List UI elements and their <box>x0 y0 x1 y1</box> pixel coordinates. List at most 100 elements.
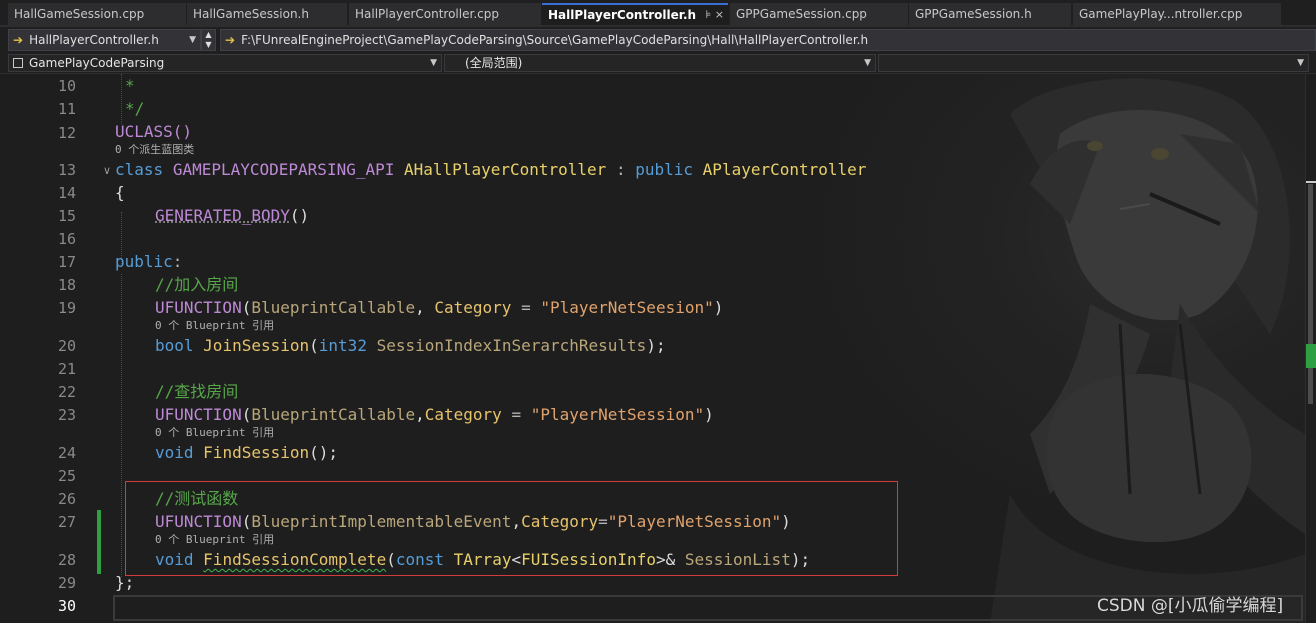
function-name: FindSessionComplete <box>203 550 387 569</box>
category-key: Category <box>521 512 599 531</box>
indent-guide <box>121 74 122 124</box>
function-name: JoinSession <box>203 336 310 355</box>
line-number: 18 <box>57 276 76 294</box>
paren: ( <box>241 298 252 317</box>
tab-hallgamesession-h[interactable]: HallGameSession.h <box>187 3 347 25</box>
angle: < <box>511 550 522 569</box>
code-editor[interactable]: ∨ 10 11 12 13 14 15 16 17 18 19 20 21 22… <box>0 74 1316 623</box>
line-number: 28 <box>57 551 76 569</box>
code-line-15: GENERATED_BODY() <box>155 205 309 227</box>
line-number: 11 <box>57 100 76 118</box>
line-number: 29 <box>57 574 76 592</box>
class-name: AHallPlayerController <box>404 160 607 179</box>
codelens-derived-blueprints[interactable]: 0 个派生蓝图类 <box>115 143 194 157</box>
comma: , <box>511 512 522 531</box>
comma: , <box>415 298 435 317</box>
paren: (); <box>309 443 339 462</box>
code-line-20: bool JoinSession(int32 SessionIndexInSer… <box>155 335 666 357</box>
keyword: bool <box>155 336 194 355</box>
param-name: SessionList <box>684 550 791 569</box>
line-number: 20 <box>57 337 76 355</box>
scope-bar: GamePlayCodeParsing ▼ (全局范围) ▼ ▼ <box>0 53 1316 74</box>
tab-gppgamesession-h[interactable]: GPPGameSession.h <box>909 3 1071 25</box>
paren: ( <box>241 405 252 424</box>
line-number: 15 <box>57 207 76 225</box>
category-key: Category <box>424 405 502 424</box>
code-line-18: //加入房间 <box>155 274 238 296</box>
brace: }; <box>115 573 135 592</box>
comma: , <box>415 405 425 424</box>
operator: = <box>511 298 541 317</box>
code-line-26: //测试函数 <box>155 488 238 510</box>
chevron-down-icon: ▼ <box>430 58 437 68</box>
keyword: public <box>115 252 173 271</box>
tab-label: HallPlayerController.h <box>548 8 697 22</box>
operator: = <box>501 405 531 424</box>
param-type: int32 <box>318 336 367 355</box>
code-line-17: public: <box>115 251 182 273</box>
file-selector-label: HallPlayerController.h <box>29 33 159 47</box>
project-square-icon <box>13 58 23 68</box>
scope-dropdown[interactable]: (全局范围) ▼ <box>444 54 876 72</box>
uclass-macro: UCLASS() <box>115 122 193 141</box>
brace: { <box>115 183 125 202</box>
paren: ); <box>790 550 811 569</box>
spin-updown-icon[interactable]: ▲ ▼ <box>201 29 216 51</box>
codelens-blueprint-refs[interactable]: 0 个 Blueprint 引用 <box>155 319 274 333</box>
codelens-blueprint-refs[interactable]: 0 个 Blueprint 引用 <box>155 533 274 547</box>
line-number: 17 <box>57 253 76 271</box>
code-line-14: { <box>115 182 125 204</box>
function-name: FindSession <box>203 443 310 462</box>
collapse-icon[interactable]: ∨ <box>103 164 111 177</box>
angle: >& <box>655 550 676 569</box>
param-name: SessionIndexInSerarchResults <box>376 336 647 355</box>
line-number: 13 <box>57 161 76 179</box>
code-line-12: UCLASS() <box>115 121 192 143</box>
line-number: 21 <box>57 360 76 378</box>
base-class: APlayerController <box>702 160 867 179</box>
pin-close-icon[interactable]: ⊧ × <box>706 5 724 25</box>
chevron-down-icon: ▼ <box>189 35 196 45</box>
scrollbar-thumb[interactable] <box>1308 184 1313 404</box>
codelens-blueprint-refs[interactable]: 0 个 Blueprint 引用 <box>155 426 274 440</box>
comment: * <box>125 76 135 95</box>
tab-hallplayercontroller-h[interactable]: HallPlayerController.h ⊧ × <box>542 3 728 25</box>
member-dropdown[interactable]: ▼ <box>878 54 1309 72</box>
operator: : <box>172 252 183 271</box>
paren: ( <box>386 550 396 569</box>
specifier: BlueprintCallable <box>251 405 416 424</box>
paren: () <box>289 206 310 225</box>
api-macro: GAMEPLAYCODEPARSING_API <box>172 160 395 179</box>
operator: = <box>598 512 608 531</box>
code-line-29: }; <box>115 572 134 594</box>
change-marker <box>97 510 101 574</box>
tab-hallplayercontroller-cpp[interactable]: HallPlayerController.cpp <box>349 3 541 25</box>
category-key: Category <box>434 298 512 317</box>
specifier: BlueprintImplementableEvent <box>251 512 512 531</box>
keyword: void <box>155 443 194 462</box>
tab-label: HallPlayerController.cpp <box>355 7 499 21</box>
file-selector-combo[interactable]: ➔ HallPlayerController.h ▼ <box>8 29 201 51</box>
code-line-27: UFUNCTION(BlueprintImplementableEvent,Ca… <box>155 511 791 533</box>
line-number: 25 <box>57 467 76 485</box>
paren: ) <box>781 512 791 531</box>
tab-label: HallGameSession.h <box>193 7 309 21</box>
type-name: TArray <box>453 550 512 569</box>
code-line-22: //查找房间 <box>155 381 238 403</box>
file-path-text: F:\FUnrealEngineProject\GamePlayCodePars… <box>241 33 869 47</box>
string-literal: "PlayerNetSeesion" <box>540 298 714 317</box>
tab-gameplayplayercontroller-cpp[interactable]: GamePlayPlay...ntroller.cpp <box>1073 3 1281 25</box>
keyword: public <box>635 160 694 179</box>
tab-label: GPPGameSession.h <box>915 7 1032 21</box>
code-line-10: * <box>125 75 135 97</box>
string-literal: "PlayerNetSession" <box>530 405 705 424</box>
tab-label: GPPGameSession.cpp <box>736 7 867 21</box>
line-number: 26 <box>57 490 76 508</box>
code-line-23: UFUNCTION(BlueprintCallable,Category = "… <box>155 404 714 426</box>
paren: ) <box>713 298 724 317</box>
file-path-field[interactable]: ➔ F:\FUnrealEngineProject\GamePlayCodePar… <box>220 29 1316 51</box>
tab-gppgamesession-cpp[interactable]: GPPGameSession.cpp <box>730 3 908 25</box>
line-number: 10 <box>57 77 76 95</box>
tab-hallgamesession-cpp[interactable]: HallGameSession.cpp <box>8 3 186 25</box>
project-dropdown[interactable]: GamePlayCodeParsing ▼ <box>8 54 442 72</box>
